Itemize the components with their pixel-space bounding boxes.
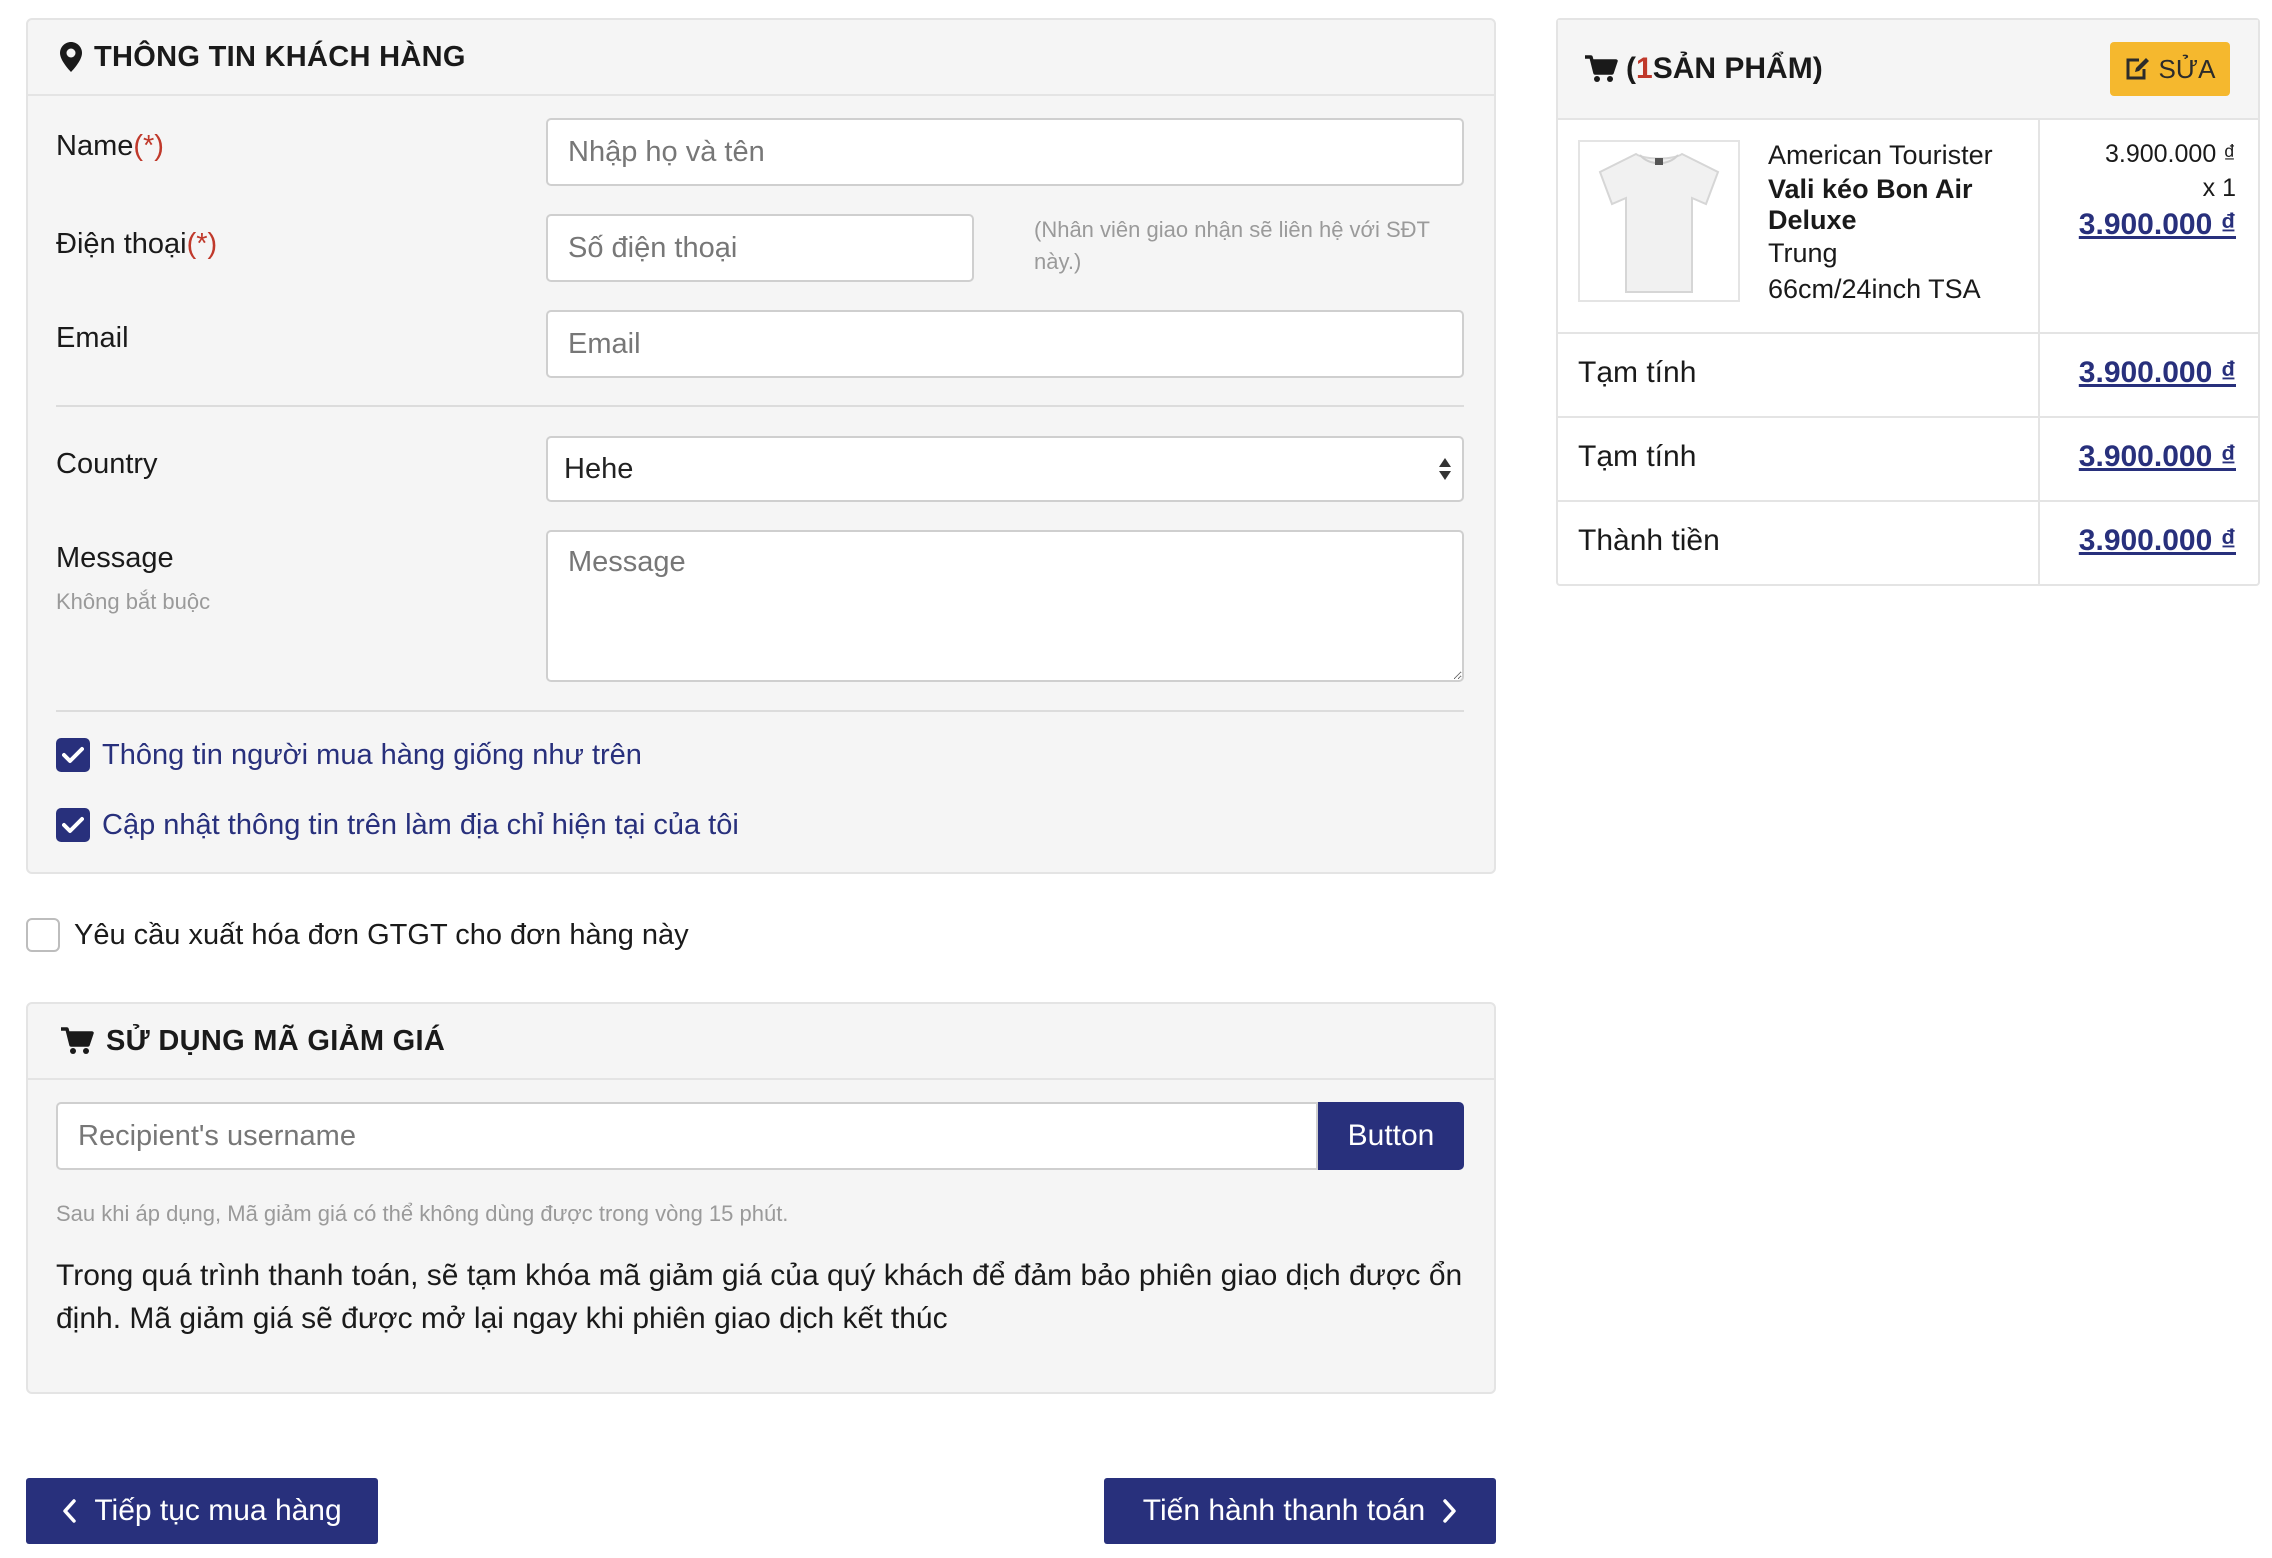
coupon-card: SỬ DỤNG MÃ GIẢM GIÁ Button Sau khi áp dụ… <box>26 1002 1496 1394</box>
grand-total-label: Thành tiền <box>1578 524 1720 557</box>
map-marker-icon <box>60 42 82 72</box>
check-icon <box>62 747 84 763</box>
chevron-right-icon <box>1443 1499 1456 1523</box>
order-count-label: SẢN PHẨM) <box>1652 52 1823 85</box>
edit-cart-label: SỬA <box>2158 53 2216 84</box>
chevron-left-icon <box>63 1499 77 1523</box>
grand-total-value: 3.900.000 ₫ <box>2078 524 2236 557</box>
message-optional-hint: Không bắt buộc <box>56 589 211 614</box>
line-total: 3.900.000 ₫ <box>2078 208 2236 241</box>
subtotal-value: 3.900.000 ₫ <box>2078 356 2236 389</box>
email-input[interactable] <box>546 310 1464 378</box>
unit-price: 3.900.000 ₫ <box>2105 140 2236 168</box>
name-label-text: Name <box>56 130 134 162</box>
check-icon <box>62 817 84 833</box>
same-buyer-checkbox-row[interactable]: Thông tin người mua hàng giống như trên <box>56 738 642 772</box>
product-size-line1: Trung <box>1768 238 1838 268</box>
order-summary-header: (1 SẢN PHẨM) SỬA <box>1558 20 2258 120</box>
phone-input[interactable] <box>546 214 974 282</box>
grand-total-row: Thành tiền 3.900.000 ₫ <box>1558 502 2258 586</box>
product-name[interactable]: Vali kéo Bon Air Deluxe <box>1768 174 2008 236</box>
coupon-small-note: Sau khi áp dụng, Mã giảm giá có thể khôn… <box>56 1201 789 1226</box>
apply-coupon-button[interactable]: Button <box>1318 1102 1464 1170</box>
coupon-input[interactable] <box>56 1102 1318 1170</box>
customer-info-card: THÔNG TIN KHÁCH HÀNG Name(*) Điện thoại(… <box>26 18 1496 874</box>
continue-shopping-button[interactable]: Tiếp tục mua hàng <box>26 1478 378 1544</box>
product-brand: American Tourister <box>1768 140 1993 170</box>
product-size-line2: 66cm/24inch TSA <box>1768 274 1981 304</box>
tshirt-image <box>1598 152 1720 293</box>
name-label: Name(*) <box>56 130 164 163</box>
checkout-label: Tiến hành thanh toán <box>1142 1494 1426 1527</box>
checkbox-checked[interactable] <box>56 808 90 842</box>
subtotal-row: Tạm tính 3.900.000 ₫ <box>1558 418 2258 502</box>
message-label: Message <box>56 542 174 574</box>
subtotal-row: Tạm tính 3.900.000 ₫ <box>1558 334 2258 418</box>
subtotal-value: 3.900.000 ₫ <box>2078 440 2236 473</box>
same-buyer-label: Thông tin người mua hàng giống như trên <box>102 738 642 771</box>
checkbox-checked[interactable] <box>56 738 90 772</box>
name-input[interactable] <box>546 118 1464 186</box>
update-address-label: Cập nhật thông tin trên làm địa chỉ hiện… <box>102 808 739 841</box>
update-address-checkbox-row[interactable]: Cập nhật thông tin trên làm địa chỉ hiện… <box>56 808 739 842</box>
edit-cart-button[interactable]: SỬA <box>2110 42 2230 96</box>
invoice-request-label: Yêu cầu xuất hóa đơn GTGT cho đơn hàng n… <box>74 918 689 951</box>
cart-icon <box>1585 55 1618 82</box>
phone-label-text: Điện thoại <box>56 228 187 260</box>
required-mark: (*) <box>186 228 218 260</box>
phone-label: Điện thoại(*) <box>56 228 217 261</box>
coupon-title: SỬ DỤNG MÃ GIẢM GIÁ <box>106 1024 446 1057</box>
customer-info-header: THÔNG TIN KHÁCH HÀNG <box>28 20 1494 96</box>
customer-info-title: THÔNG TIN KHÁCH HÀNG <box>94 40 466 73</box>
divider <box>56 405 1464 407</box>
message-textarea[interactable] <box>546 530 1464 682</box>
coupon-main-note: Trong quá trình thanh toán, sẽ tạm khóa … <box>56 1259 1463 1335</box>
cart-item-row: American Tourister Vali kéo Bon Air Delu… <box>1558 120 2258 334</box>
country-select[interactable]: Hehe <box>546 436 1464 502</box>
product-thumbnail[interactable] <box>1578 140 1740 302</box>
subtotal-label: Tạm tính <box>1578 356 1697 389</box>
order-count: 1 <box>1636 52 1653 85</box>
email-label: Email <box>56 322 129 354</box>
edit-icon <box>2126 58 2149 80</box>
divider <box>56 710 1464 712</box>
order-count-open: ( <box>1626 52 1636 85</box>
checkout-button[interactable]: Tiến hành thanh toán <box>1104 1478 1496 1544</box>
invoice-checkbox[interactable] <box>26 918 60 952</box>
country-label: Country <box>56 448 158 480</box>
phone-hint: (Nhân viên giao nhận sẽ liên hệ với SĐT … <box>1034 217 1430 274</box>
invoice-request-row[interactable]: Yêu cầu xuất hóa đơn GTGT cho đơn hàng n… <box>26 918 689 952</box>
continue-shopping-label: Tiếp tục mua hàng <box>94 1494 342 1527</box>
cart-icon <box>61 1027 94 1054</box>
required-mark: (*) <box>133 130 164 162</box>
select-arrows-icon <box>1439 458 1451 480</box>
country-select-value: Hehe <box>546 436 1464 502</box>
subtotal-label: Tạm tính <box>1578 440 1697 473</box>
quantity: x 1 <box>2202 174 2236 202</box>
order-summary: (1 SẢN PHẨM) SỬA American Tourister Vali… <box>1556 18 2260 586</box>
coupon-header: SỬ DỤNG MÃ GIẢM GIÁ <box>28 1004 1494 1080</box>
